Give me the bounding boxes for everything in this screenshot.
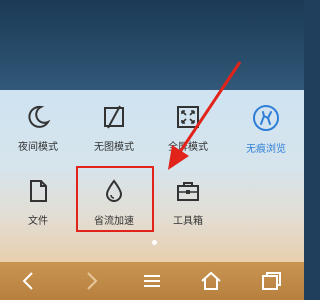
tabs-icon <box>262 272 281 290</box>
menu-icon <box>144 275 160 287</box>
forward-button[interactable] <box>78 268 104 294</box>
menu-button[interactable] <box>139 268 165 294</box>
chevron-right-icon <box>87 272 98 290</box>
tabs-button[interactable] <box>258 268 284 294</box>
home-button[interactable] <box>198 268 224 294</box>
bottom-navigation-bar <box>0 262 304 300</box>
back-button[interactable] <box>16 268 42 294</box>
home-icon <box>201 271 221 290</box>
chevron-left-icon <box>22 272 33 290</box>
annotation-arrow <box>168 61 242 170</box>
